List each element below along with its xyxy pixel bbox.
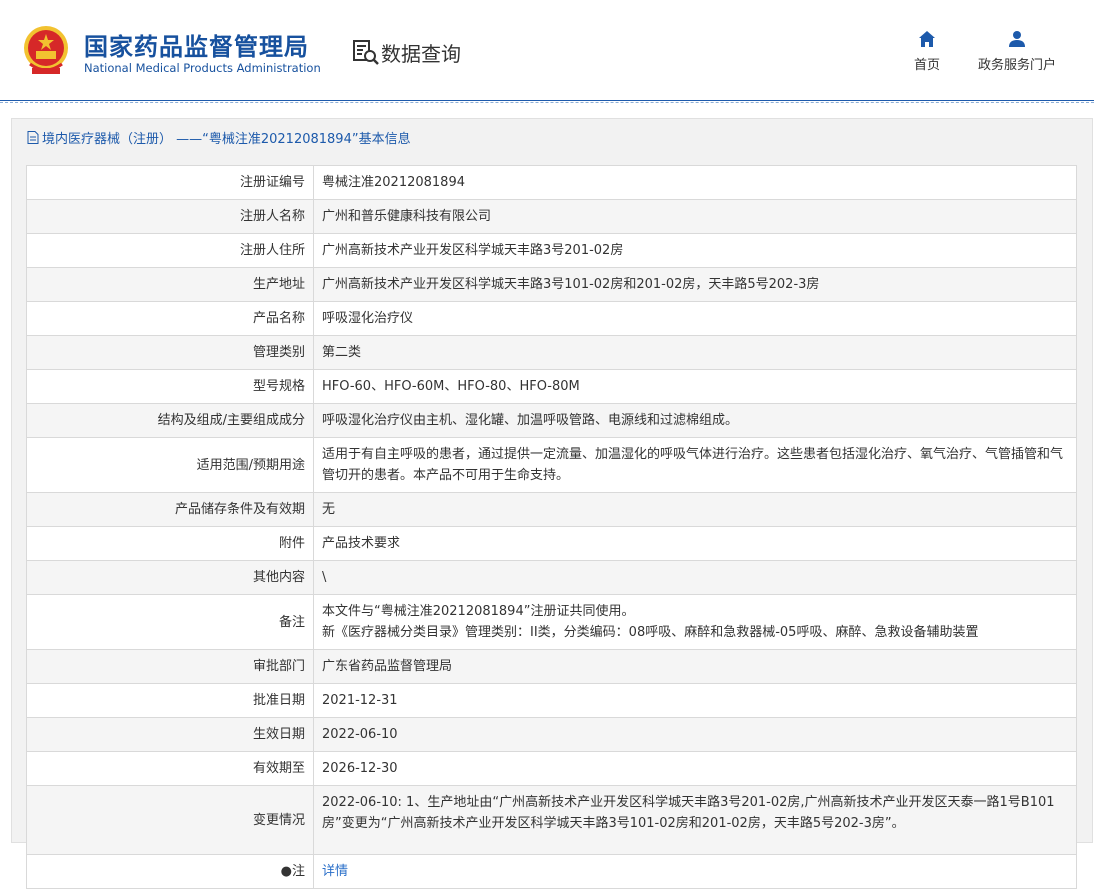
row-value: 2022-06-10 (313, 717, 1077, 752)
row-value: 适用于有自主呼吸的患者，通过提供一定流量、加温湿化的呼吸气体进行治疗。这些患者包… (313, 437, 1077, 493)
row-value: \ (313, 560, 1077, 595)
table-row: 注册人名称 广州和普乐健康科技有限公司 (26, 199, 1077, 234)
row-value: 广东省药品监督管理局 (313, 649, 1077, 684)
table-row: 批准日期 2021-12-31 (26, 683, 1077, 718)
row-label: 批准日期 (26, 683, 314, 718)
table-row: 附件 产品技术要求 (26, 526, 1077, 561)
table-row: 生效日期 2022-06-10 (26, 717, 1077, 752)
row-label: 有效期至 (26, 751, 314, 786)
row-label: 产品名称 (26, 301, 314, 336)
table-row: ●注 详情 (26, 854, 1077, 889)
panel-title: 境内医疗器械（注册） ——“粤械注准20212081894”基本信息 (27, 128, 411, 147)
row-label: 附件 (26, 526, 314, 561)
table-row: 变更情况 2022-06-10: 1、生产地址由“广州高新技术产业开发区科学城天… (26, 785, 1077, 855)
table-row: 注册证编号 粤械注准20212081894 (26, 165, 1077, 200)
row-value: 2021-12-31 (313, 683, 1077, 718)
note-icon: ● (280, 864, 292, 879)
row-label: ●注 (26, 854, 314, 889)
nav-home-label: 首页 (913, 58, 940, 73)
table-row: 其他内容 \ (26, 560, 1077, 595)
table-row: 产品名称 呼吸湿化治疗仪 (26, 301, 1077, 336)
table-row: 结构及组成/主要组成成分 呼吸湿化治疗仪由主机、湿化罐、加温呼吸管路、电源线和过… (26, 403, 1077, 438)
table-row: 产品储存条件及有效期 无 (26, 492, 1077, 527)
row-label: 变更情况 (26, 785, 314, 855)
nav-service-portal[interactable]: 政务服务门户 (975, 30, 1059, 73)
row-label: 产品储存条件及有效期 (26, 492, 314, 527)
site-header: 国家药品监督管理局 National Medical Products Admi… (0, 0, 1094, 103)
row-value: 呼吸湿化治疗仪由主机、湿化罐、加温呼吸管路、电源线和过滤棉组成。 (313, 403, 1077, 438)
remark-line: 本文件与“粤械注准20212081894”注册证共同使用。 (322, 604, 635, 619)
table-row: 生产地址 广州高新技术产业开发区科学城天丰路3号101-02房和201-02房，… (26, 267, 1077, 302)
section-title: 数据查询 (381, 42, 461, 66)
data-query-icon (353, 40, 379, 65)
row-label: 注册证编号 (26, 165, 314, 200)
user-icon (1009, 31, 1025, 47)
note-label: 注 (291, 864, 305, 879)
row-value: 2026-12-30 (313, 751, 1077, 786)
panel-title-text: 境内医疗器械（注册） ——“粤械注准20212081894”基本信息 (42, 132, 411, 147)
row-label: 其他内容 (26, 560, 314, 595)
row-value: 广州高新技术产业开发区科学城天丰路3号101-02房和201-02房，天丰路5号… (313, 267, 1077, 302)
row-label: 审批部门 (26, 649, 314, 684)
row-value: 广州和普乐健康科技有限公司 (313, 199, 1077, 234)
nav-service-portal-label: 政务服务门户 (977, 58, 1056, 73)
table-row: 管理类别 第二类 (26, 335, 1077, 370)
table-row: 有效期至 2026-12-30 (26, 751, 1077, 786)
row-label: 适用范围/预期用途 (26, 437, 314, 493)
detail-link[interactable]: 详情 (322, 864, 348, 879)
row-value: HFO-60、HFO-60M、HFO-80、HFO-80M (313, 369, 1077, 404)
document-icon (27, 131, 39, 144)
row-value: 本文件与“粤械注准20212081894”注册证共同使用。 新《医疗器械分类目录… (313, 594, 1077, 650)
row-label: 型号规格 (26, 369, 314, 404)
row-label: 注册人住所 (26, 233, 314, 268)
row-value: 无 (313, 492, 1077, 527)
remark-line: 新《医疗器械分类目录》管理类别：II类，分类编码：08呼吸、麻醉和急救器械-05… (322, 625, 979, 640)
row-label: 结构及组成/主要组成成分 (26, 403, 314, 438)
row-value: 粤械注准20212081894 (313, 165, 1077, 200)
table-row: 备注 本文件与“粤械注准20212081894”注册证共同使用。 新《医疗器械分… (26, 594, 1077, 650)
nav-home[interactable]: 首页 (910, 30, 944, 73)
info-panel: 境内医疗器械（注册） ——“粤械注准20212081894”基本信息 注册证编号… (11, 118, 1093, 889)
table-row: 适用范围/预期用途 适用于有自主呼吸的患者，通过提供一定流量、加温湿化的呼吸气体… (26, 437, 1077, 493)
row-value: 呼吸湿化治疗仪 (313, 301, 1077, 336)
table-row: 审批部门 广东省药品监督管理局 (26, 649, 1077, 684)
row-value: 第二类 (313, 335, 1077, 370)
row-value: 产品技术要求 (313, 526, 1077, 561)
row-value: 2022-06-10: 1、生产地址由“广州高新技术产业开发区科学城天丰路3号2… (313, 785, 1077, 855)
row-value: 详情 (313, 854, 1077, 889)
row-label: 备注 (26, 594, 314, 650)
row-value: 广州高新技术产业开发区科学城天丰路3号201-02房 (313, 233, 1077, 268)
table-row: 型号规格 HFO-60、HFO-60M、HFO-80、HFO-80M (26, 369, 1077, 404)
org-name-en: National Medical Products Administration (84, 61, 321, 75)
row-label: 注册人名称 (26, 199, 314, 234)
national-emblem-icon (24, 26, 68, 74)
row-label: 生产地址 (26, 267, 314, 302)
org-name-cn: 国家药品监督管理局 (84, 33, 309, 61)
row-label: 管理类别 (26, 335, 314, 370)
row-label: 生效日期 (26, 717, 314, 752)
table-row: 注册人住所 广州高新技术产业开发区科学城天丰路3号201-02房 (26, 233, 1077, 268)
home-icon (919, 31, 935, 47)
info-table: 注册证编号 粤械注准20212081894 注册人名称 广州和普乐健康科技有限公… (26, 165, 1077, 889)
